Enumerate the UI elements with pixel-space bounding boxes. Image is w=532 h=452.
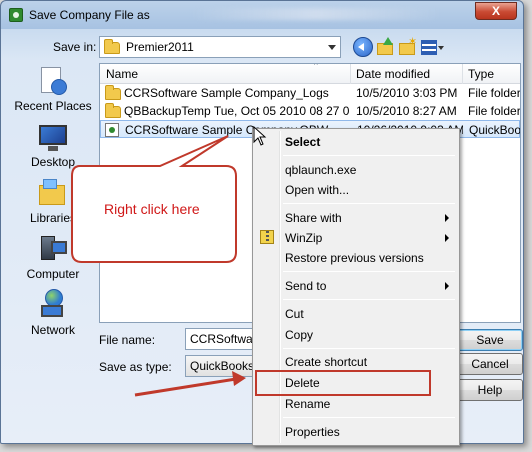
menu-item-open-with[interactable]: Open with...	[255, 180, 457, 200]
menu-item-winzip[interactable]: WinZip	[255, 228, 457, 248]
menu-item-label: Open with...	[285, 183, 350, 197]
pointer-arrowhead	[232, 371, 246, 386]
menu-item-create-shortcut[interactable]: Create shortcut	[255, 352, 457, 372]
menu-item-label: Rename	[285, 397, 331, 411]
menu-item-label: Create shortcut	[285, 355, 368, 369]
submenu-arrow-icon	[445, 234, 449, 242]
menu-separator	[283, 155, 455, 156]
menu-item-label: WinZip	[285, 231, 323, 245]
menu-item-restore-previous-versions[interactable]: Restore previous versions	[255, 248, 457, 268]
menu-separator	[283, 203, 455, 204]
menu-item-copy[interactable]: Copy	[255, 325, 457, 345]
menu-item-qblaunch[interactable]: qblaunch.exe	[255, 160, 457, 180]
menu-item-label: qblaunch.exe	[285, 163, 357, 177]
menu-item-label: Send to	[285, 279, 327, 293]
winzip-icon	[260, 230, 274, 244]
pointer-arrow	[134, 377, 237, 397]
callout-text: Right click here	[104, 201, 200, 217]
menu-item-label: Cut	[285, 307, 304, 321]
menu-separator	[283, 271, 455, 272]
menu-item-label: Restore previous versions	[285, 251, 424, 265]
menu-item-label: Share with	[285, 211, 342, 225]
menu-item-send-to[interactable]: Send to	[255, 276, 457, 296]
menu-item-properties[interactable]: Properties	[255, 422, 457, 442]
menu-separator	[283, 417, 455, 418]
context-menu: Select qblaunch.exe Open with... Share w…	[252, 128, 460, 446]
menu-item-label: Select	[285, 135, 321, 149]
submenu-arrow-icon	[445, 282, 449, 290]
menu-item-rename[interactable]: Rename	[255, 394, 457, 414]
menu-item-label: Copy	[285, 328, 314, 342]
menu-item-share-with[interactable]: Share with	[255, 208, 457, 228]
menu-item-label: Properties	[285, 425, 340, 439]
menu-item-cut[interactable]: Cut	[255, 304, 457, 324]
menu-item-select[interactable]: Select	[255, 132, 457, 152]
mouse-cursor-icon	[253, 126, 267, 146]
callout-bubble	[71, 135, 237, 263]
delete-highlight-box	[255, 370, 431, 396]
menu-separator	[283, 348, 455, 349]
submenu-arrow-icon	[445, 214, 449, 222]
menu-separator	[283, 299, 455, 300]
